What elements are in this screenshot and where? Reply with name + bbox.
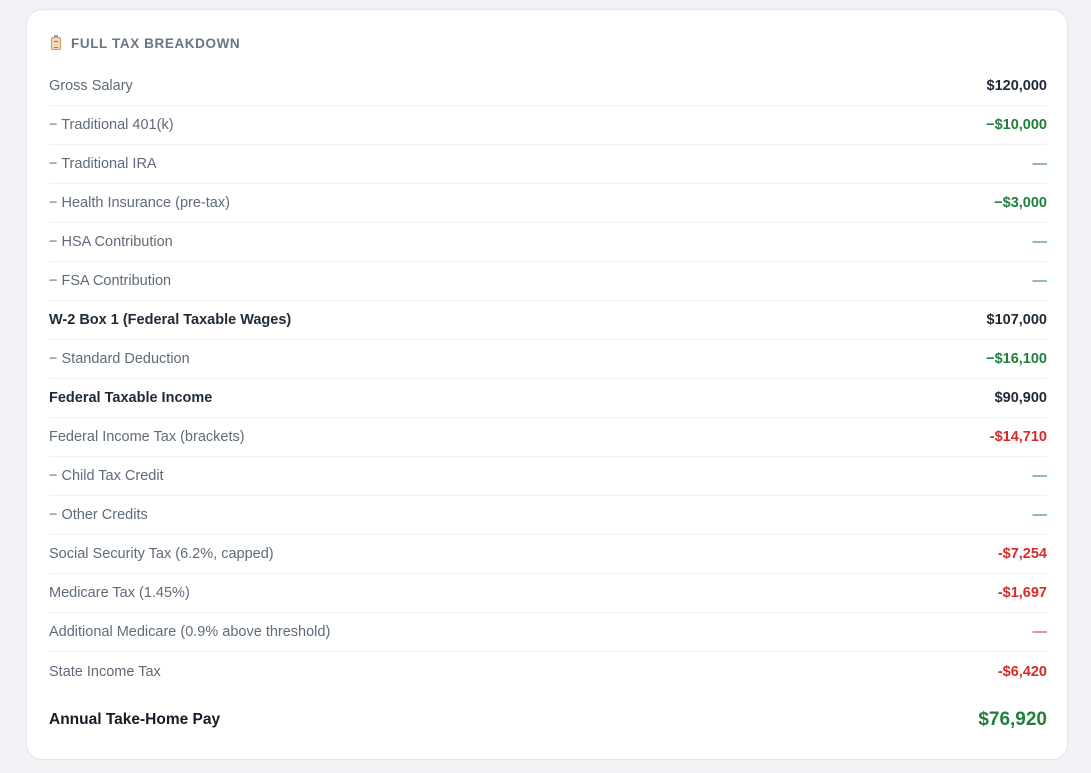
row-fsa-contribution: − FSA Contribution — (49, 262, 1047, 301)
row-federal-taxable-income: Federal Taxable Income $90,900 (49, 379, 1047, 418)
row-label: − FSA Contribution (49, 273, 172, 289)
row-value: -$1,697 (997, 585, 1047, 601)
row-standard-deduction: − Standard Deduction −$16,100 (49, 340, 1047, 379)
row-value: -$6,420 (997, 663, 1047, 680)
row-label: Federal Taxable Income (49, 390, 213, 406)
row-value: $120,000 (986, 78, 1047, 94)
row-other-credits: − Other Credits — (49, 496, 1047, 535)
row-label: Federal Income Tax (brackets) (49, 429, 245, 445)
row-state-income-tax: State Income Tax -$6,420 (49, 652, 1047, 691)
row-value: −$16,100 (986, 351, 1047, 367)
row-additional-medicare: Additional Medicare (0.9% above threshol… (49, 613, 1047, 652)
row-label: − Traditional 401(k) (49, 117, 174, 133)
row-federal-income-tax: Federal Income Tax (brackets) -$14,710 (49, 418, 1047, 457)
row-value: — (1032, 468, 1048, 484)
row-label: Social Security Tax (6.2%, capped) (49, 546, 274, 562)
row-label: State Income Tax (49, 663, 161, 680)
row-traditional-401k: − Traditional 401(k) −$10,000 (49, 106, 1047, 145)
row-value: -$7,254 (997, 546, 1047, 562)
row-value: $90,900 (994, 390, 1047, 406)
take-home-value: $76,920 (978, 709, 1047, 730)
row-medicare-tax: Medicare Tax (1.45%) -$1,697 (49, 574, 1047, 613)
row-value: -$14,710 (989, 429, 1047, 445)
row-w2-box1: W-2 Box 1 (Federal Taxable Wages) $107,0… (49, 301, 1047, 340)
row-label: − Child Tax Credit (49, 468, 164, 484)
row-label: − Standard Deduction (49, 351, 190, 367)
card-header: FULL TAX BREAKDOWN (51, 34, 240, 52)
row-value: — (1032, 624, 1048, 640)
tax-breakdown-card: FULL TAX BREAKDOWN Gross Salary $120,000… (26, 9, 1068, 760)
row-child-tax-credit: − Child Tax Credit — (49, 457, 1047, 496)
row-health-insurance: − Health Insurance (pre-tax) −$3,000 (49, 184, 1047, 223)
row-label: − Other Credits (49, 507, 148, 523)
row-value: $107,000 (986, 312, 1047, 328)
row-label: − Health Insurance (pre-tax) (49, 195, 230, 211)
row-social-security-tax: Social Security Tax (6.2%, capped) -$7,2… (49, 535, 1047, 574)
row-label: Gross Salary (49, 78, 133, 94)
row-label: W-2 Box 1 (Federal Taxable Wages) (49, 312, 292, 328)
row-hsa-contribution: − HSA Contribution — (49, 223, 1047, 262)
row-value: — (1032, 234, 1048, 250)
row-gross-salary: Gross Salary $120,000 (49, 67, 1047, 106)
clipboard-icon (51, 34, 61, 50)
row-value: −$3,000 (994, 195, 1047, 211)
row-label: − HSA Contribution (49, 234, 173, 250)
row-traditional-ira: − Traditional IRA — (49, 145, 1047, 184)
breakdown-list: Gross Salary $120,000 − Traditional 401(… (49, 67, 1047, 691)
row-value: −$10,000 (986, 117, 1047, 133)
row-value: — (1032, 507, 1048, 523)
row-label: − Traditional IRA (49, 156, 157, 172)
row-label: Additional Medicare (0.9% above threshol… (49, 624, 331, 640)
row-value: — (1032, 273, 1048, 289)
card-title: FULL TAX BREAKDOWN (71, 35, 241, 51)
take-home-label: Annual Take-Home Pay (49, 711, 221, 728)
row-value: — (1032, 156, 1048, 172)
take-home-total-row: Annual Take-Home Pay $76,920 (49, 702, 1047, 738)
row-label: Medicare Tax (1.45%) (49, 585, 190, 601)
